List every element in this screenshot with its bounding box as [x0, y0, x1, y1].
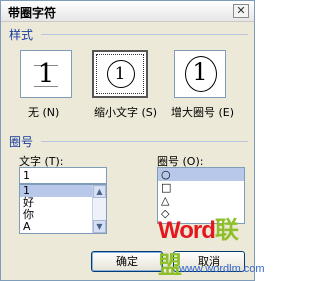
- style-option-enlarge-circle[interactable]: 1: [174, 50, 226, 98]
- close-button[interactable]: ✕: [233, 4, 249, 18]
- title-bar[interactable]: 带圈字符 ✕: [1, 1, 254, 22]
- watermark-brand-en: Word: [158, 217, 216, 244]
- style-preview-char: 1: [37, 59, 55, 89]
- list-item[interactable]: ○: [158, 168, 244, 181]
- dialog-title: 带圈字符: [8, 6, 57, 20]
- style-option-enlarge-label: 增大圈号 (E): [171, 106, 235, 119]
- style-option-none[interactable]: 1: [20, 50, 72, 98]
- style-section-label: 样式: [9, 28, 34, 42]
- scroll-down-icon[interactable]: ▼: [93, 220, 106, 233]
- list-item[interactable]: □: [158, 181, 244, 194]
- style-option-shrink-label: 缩小文字 (S): [94, 106, 158, 119]
- circle-section-divider: [41, 141, 248, 142]
- style-preview-char: 1: [114, 64, 126, 84]
- ok-button[interactable]: 确定: [91, 251, 163, 272]
- scroll-up-icon[interactable]: ▲: [93, 185, 106, 198]
- text-list-scrollbar[interactable]: ▲ ▼: [92, 185, 106, 233]
- style-section-divider: [41, 34, 248, 35]
- style-option-none-label: 无 (N): [28, 106, 60, 119]
- watermark-url: www.wordlm.com: [179, 263, 265, 275]
- style-preview-char: 1: [192, 58, 208, 86]
- list-item[interactable]: △: [158, 194, 244, 207]
- enclose-characters-dialog: 带圈字符 ✕ 样式 1 无 (N) 1 缩小文字 (S) 1 增大圈号 (E) …: [0, 0, 265, 281]
- text-listbox[interactable]: 1 好 你 A ▲ ▼: [19, 184, 107, 234]
- circle-section-label: 圈号: [9, 135, 34, 149]
- text-input[interactable]: 1: [19, 167, 107, 184]
- close-icon: ✕: [236, 4, 246, 17]
- style-option-shrink-text[interactable]: 1: [92, 50, 148, 98]
